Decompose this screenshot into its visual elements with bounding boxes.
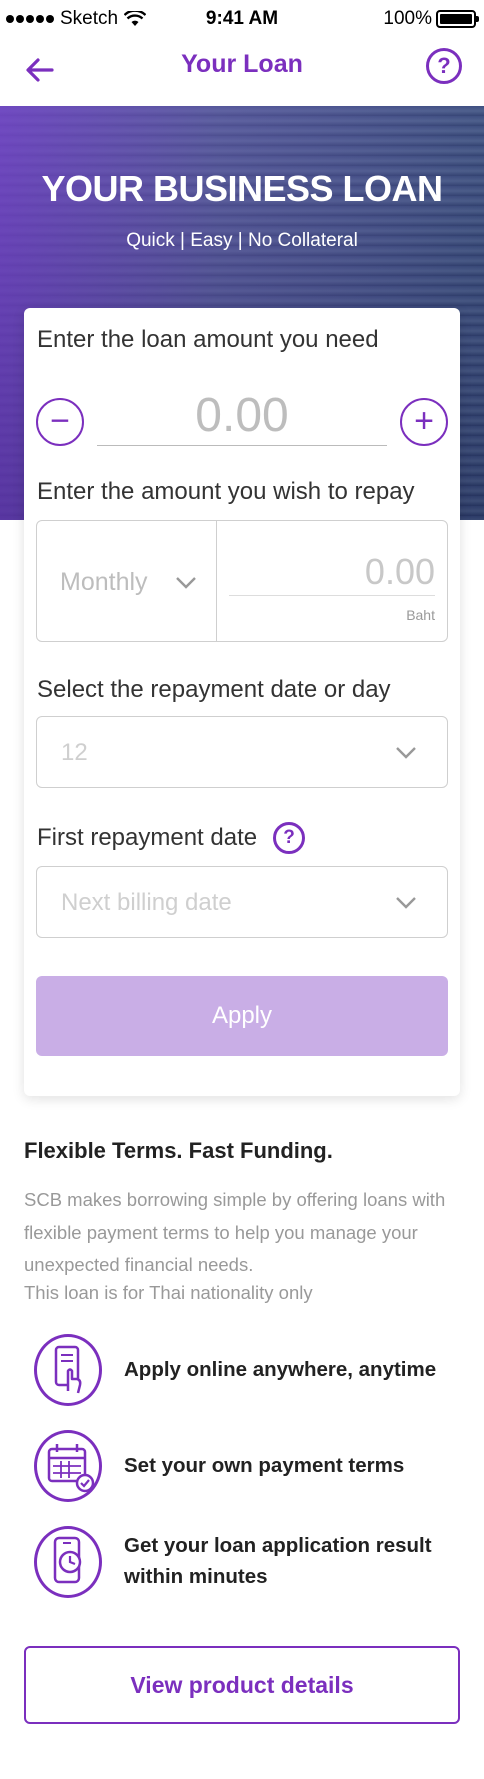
- calendar-check-icon: [34, 1430, 102, 1502]
- first-date-label: First repayment date: [37, 824, 258, 851]
- repay-amount-value: 0.00: [364, 551, 435, 592]
- repay-amount-underline: [229, 595, 435, 596]
- first-date-select[interactable]: Next billing date: [36, 866, 448, 938]
- help-icon[interactable]: ?: [426, 48, 462, 84]
- repay-date-select[interactable]: 12: [36, 716, 448, 788]
- increment-button[interactable]: +: [400, 398, 448, 446]
- info-title: Flexible Terms. Fast Funding.: [24, 1138, 333, 1163]
- loan-amount-label: Enter the loan amount you need: [37, 326, 379, 353]
- feature-item: Set your own payment terms: [24, 1430, 464, 1510]
- feature-text: Apply online anywhere, anytime: [124, 1358, 437, 1381]
- repay-date-label: Select the repayment date or day: [37, 676, 391, 703]
- status-bar: Sketch 9:41 AM 100%: [0, 0, 484, 38]
- loan-form-card: Enter the loan amount you need − 0.00 + …: [24, 308, 460, 1096]
- hero-title: YOUR BUSINESS LOAN: [41, 168, 443, 209]
- info-description: SCB makes borrowing simple by offering l…: [24, 1189, 446, 1275]
- chevron-down-icon: [396, 747, 416, 759]
- info-note: This loan is for Thai nationality only: [24, 1282, 313, 1303]
- repay-frequency-select[interactable]: Monthly: [37, 521, 217, 641]
- phone-clock-icon: [34, 1526, 102, 1598]
- hero-subtitle: Quick | Easy | No Collateral: [126, 230, 358, 251]
- feature-item: Apply online anywhere, anytime: [24, 1334, 464, 1414]
- page-title: Your Loan: [181, 50, 303, 78]
- view-product-details-button[interactable]: View product details: [24, 1646, 460, 1724]
- chevron-down-icon: [176, 577, 196, 589]
- repay-amount-field[interactable]: 0.00 Baht: [217, 521, 447, 641]
- repay-amount-group: Monthly 0.00 Baht: [36, 520, 448, 642]
- repay-frequency-value: Monthly: [60, 568, 148, 596]
- feature-text: Set your own payment terms: [124, 1454, 405, 1477]
- mobile-tap-icon: [34, 1334, 102, 1406]
- loan-amount-input[interactable]: 0.00: [97, 390, 387, 446]
- currency-unit: Baht: [406, 607, 435, 623]
- first-date-value: Next billing date: [61, 889, 232, 916]
- repay-amount-label: Enter the amount you wish to repay: [37, 478, 415, 505]
- status-right: 100%: [383, 8, 479, 30]
- battery-percent: 100%: [383, 8, 432, 29]
- repay-date-value: 12: [61, 739, 88, 766]
- battery-icon: [436, 10, 479, 28]
- decrement-button[interactable]: −: [36, 398, 84, 446]
- help-icon[interactable]: ?: [273, 822, 305, 854]
- feature-item: Get your loan application result within …: [24, 1526, 464, 1606]
- loan-amount-row: − 0.00 +: [36, 390, 448, 450]
- apply-button[interactable]: Apply: [36, 976, 448, 1056]
- nav-bar: Your Loan ?: [0, 38, 484, 106]
- feature-text: Get your loan application result within …: [124, 1534, 432, 1588]
- chevron-down-icon: [396, 897, 416, 909]
